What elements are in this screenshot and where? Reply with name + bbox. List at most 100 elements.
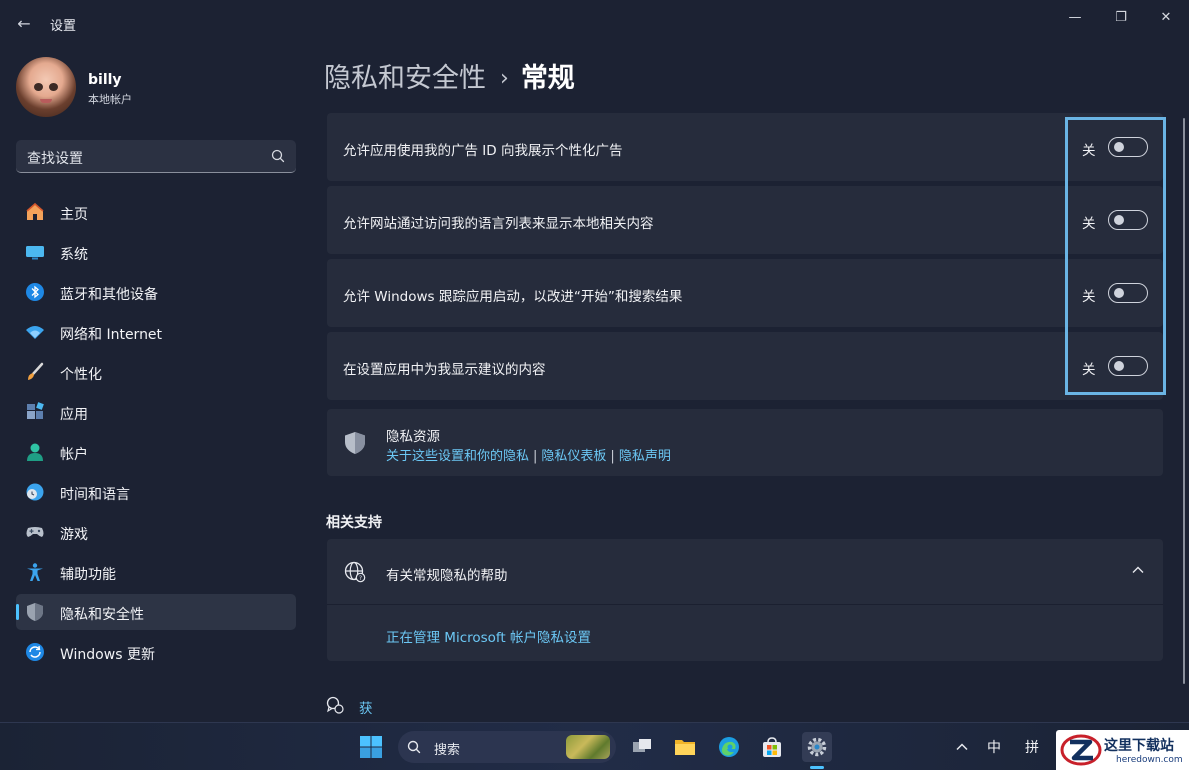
- clock-globe-icon: [26, 483, 44, 501]
- sidebar-item-system[interactable]: 系统: [16, 234, 296, 270]
- sidebar-item-home[interactable]: 主页: [16, 194, 296, 230]
- wifi-icon: [26, 326, 44, 339]
- setting-label: 在设置应用中为我显示建议的内容: [343, 362, 546, 378]
- sidebar-item-label: 网络和 Internet: [60, 327, 163, 343]
- avatar-eye-right: [49, 83, 58, 91]
- search-highlight-image: [566, 735, 610, 759]
- sidebar-item-label: Windows 更新: [60, 647, 155, 663]
- breadcrumb: 隐私和安全性 › 常规: [324, 56, 575, 96]
- taskbar: 搜索 中 拼: [0, 722, 1189, 770]
- file-explorer-button[interactable]: [670, 732, 700, 762]
- taskbar-search[interactable]: 搜索: [398, 731, 616, 763]
- home-icon: [26, 202, 44, 220]
- shield-icon: [345, 432, 365, 454]
- privacy-resources-card: 隐私资源 关于这些设置和你的隐私 | 隐私仪表板 | 隐私声明: [327, 409, 1163, 476]
- edge-browser-button[interactable]: [714, 732, 744, 762]
- sidebar-item-accessibility[interactable]: 辅助功能: [16, 554, 296, 590]
- sidebar-item-accounts[interactable]: 帐户: [16, 434, 296, 470]
- search-icon: [271, 149, 285, 163]
- account-type: 本地帐户: [88, 93, 132, 106]
- apps-icon: [27, 402, 44, 419]
- store-button[interactable]: [757, 732, 787, 762]
- taskbar-search-label: 搜索: [434, 743, 461, 758]
- watermark-url: heredown.com: [1116, 755, 1183, 765]
- folder-icon: [675, 740, 695, 755]
- link-separator: |: [533, 449, 538, 464]
- back-button[interactable]: ←: [12, 12, 36, 36]
- avatar-eye-left: [34, 83, 43, 91]
- task-view-icon: [633, 739, 651, 752]
- sidebar-item-label: 辅助功能: [60, 567, 116, 583]
- chevron-up-icon[interactable]: [954, 739, 970, 755]
- setting-label: 允许应用使用我的广告 ID 向我展示个性化广告: [343, 143, 623, 159]
- site-watermark: 这里下载站 heredown.com: [1056, 730, 1189, 770]
- gear-icon: [807, 737, 827, 757]
- privacy-dashboard-link[interactable]: 隐私仪表板: [541, 449, 606, 464]
- sidebar-nav: 主页 系统 蓝牙和其他设备 网络和 Internet 个性化 应用 帐户 时间和…: [16, 194, 296, 674]
- sidebar-item-personalization[interactable]: 个性化: [16, 354, 296, 390]
- sidebar-item-privacy-security[interactable]: 隐私和安全性: [16, 594, 296, 630]
- chat-help-icon: [326, 696, 344, 714]
- accessibility-icon: [27, 563, 43, 581]
- ime-mode-indicator[interactable]: 中: [987, 737, 1001, 757]
- setting-row-advertising-id: 允许应用使用我的广告 ID 向我展示个性化广告 关: [327, 113, 1163, 181]
- privacy-resources-title: 隐私资源: [386, 429, 440, 445]
- related-support-card: ? 有关常规隐私的帮助 正在管理 Microsoft 帐户隐私设置: [327, 539, 1163, 661]
- setting-row-app-launch-tracking: 允许 Windows 跟踪应用启动，以改进“开始”和搜索结果 关: [327, 259, 1163, 327]
- sidebar-item-label: 游戏: [60, 527, 88, 543]
- maximize-button[interactable]: ❐: [1098, 4, 1144, 32]
- search-placeholder: 查找设置: [27, 151, 83, 167]
- breadcrumb-parent[interactable]: 隐私和安全性: [324, 63, 486, 94]
- scrollbar[interactable]: [1183, 118, 1185, 684]
- sidebar-item-bluetooth[interactable]: 蓝牙和其他设备: [16, 274, 296, 310]
- avatar: [16, 57, 76, 117]
- privacy-about-link[interactable]: 关于这些设置和你的隐私: [386, 449, 529, 464]
- manage-account-privacy-link[interactable]: 正在管理 Microsoft 帐户隐私设置: [386, 626, 591, 646]
- sidebar-item-label: 主页: [60, 207, 88, 223]
- gamepad-icon: [26, 527, 44, 537]
- sidebar-item-label: 系统: [60, 247, 88, 263]
- user-profile[interactable]: billy 本地帐户: [16, 56, 296, 118]
- sidebar-item-label: 蓝牙和其他设备: [60, 287, 158, 303]
- search-icon: [407, 740, 421, 754]
- chevron-up-icon[interactable]: [1131, 563, 1145, 577]
- help-expander[interactable]: ? 有关常规隐私的帮助: [327, 539, 1163, 605]
- bluetooth-icon: [26, 283, 44, 301]
- store-icon: [763, 737, 781, 757]
- monitor-icon: [26, 246, 44, 260]
- app-title: 设置: [50, 19, 77, 34]
- sidebar-item-network[interactable]: 网络和 Internet: [16, 314, 296, 350]
- minimize-button[interactable]: —: [1052, 4, 1098, 32]
- sidebar-item-label: 个性化: [60, 367, 102, 383]
- toggle-highlight-annotation: [1065, 117, 1166, 395]
- close-button[interactable]: ✕: [1143, 4, 1189, 32]
- user-name: billy: [88, 72, 122, 88]
- active-app-indicator: [810, 766, 824, 769]
- setting-row-language-list: 允许网站通过访问我的语言列表来显示本地相关内容 关: [327, 186, 1163, 254]
- windows-start-icon[interactable]: [359, 735, 383, 759]
- task-view-button[interactable]: [627, 732, 657, 762]
- privacy-statement-link[interactable]: 隐私声明: [619, 449, 671, 464]
- globe-icon: ?: [344, 561, 366, 583]
- sidebar-item-windows-update[interactable]: Windows 更新: [16, 634, 296, 670]
- sidebar-item-apps[interactable]: 应用: [16, 394, 296, 430]
- page-title: 常规: [520, 63, 575, 94]
- sidebar-item-gaming[interactable]: 游戏: [16, 514, 296, 550]
- help-title: 有关常规隐私的帮助: [386, 568, 508, 584]
- ime-input-indicator[interactable]: 拼: [1025, 737, 1039, 757]
- title-bar: ← 设置 — ❐ ✕: [0, 0, 1189, 48]
- edge-icon: [719, 737, 739, 757]
- settings-app-button[interactable]: [802, 732, 832, 762]
- avatar-mouth: [40, 99, 52, 103]
- privacy-links: 关于这些设置和你的隐私 | 隐私仪表板 | 隐私声明: [386, 445, 671, 464]
- breadcrumb-separator: ›: [500, 66, 509, 91]
- sidebar-item-time-language[interactable]: 时间和语言: [16, 474, 296, 510]
- sidebar-item-label: 时间和语言: [60, 487, 130, 503]
- sidebar-item-label: 隐私和安全性: [60, 607, 144, 623]
- brush-icon: [28, 362, 44, 380]
- search-input[interactable]: 查找设置: [16, 140, 296, 173]
- watermark-name: 这里下载站: [1104, 738, 1174, 754]
- link-separator: |: [610, 449, 615, 464]
- setting-label: 允许 Windows 跟踪应用启动，以改进“开始”和搜索结果: [343, 289, 683, 305]
- sidebar-item-label: 应用: [60, 407, 88, 423]
